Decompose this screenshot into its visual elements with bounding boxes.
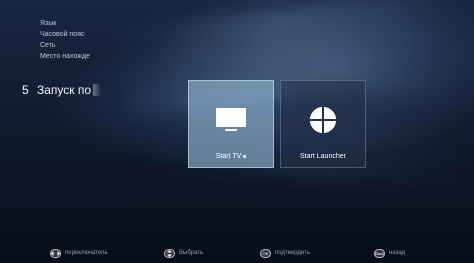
left-right-arrows-icon: [50, 248, 61, 258]
setup-step-location: Место нахожде: [40, 53, 90, 60]
hint-select-label: Выбрать: [179, 250, 204, 256]
hint-confirm-label: подтвердить: [275, 250, 311, 256]
title-fade: [93, 84, 102, 96]
current-step-heading: 5 Запуск по: [22, 82, 102, 98]
up-down-arrows-icon: [164, 248, 175, 258]
setup-step-list: Язык Часовой пояс Сеть Место нахожде: [40, 18, 90, 62]
start-tv-text: Start TV: [215, 153, 242, 160]
ok-button-icon: OK: [260, 248, 271, 258]
setup-step-timezone: Часовой пояс: [40, 31, 85, 38]
hint-back-label: назад: [389, 250, 406, 256]
start-tv-option[interactable]: Start TV: [188, 80, 274, 168]
launcher-grid-icon: [306, 105, 340, 135]
setup-step-language: Язык: [40, 20, 57, 27]
hint-back: Back назад: [374, 246, 405, 260]
remote-hints-bar: переключатель Выбрать OK подтвердить Bac…: [0, 246, 474, 260]
hint-switch: переключатель: [50, 246, 108, 260]
setup-screen: Язык Часовой пояс Сеть Место нахожде 5 З…: [0, 0, 474, 263]
step-title: Запуск по: [37, 83, 92, 97]
step-number: 5: [22, 83, 29, 97]
hint-switch-label: переключатель: [65, 250, 108, 256]
back-button-icon: Back: [374, 248, 385, 258]
start-launcher-label: Start Launcher: [300, 153, 346, 160]
tv-icon: [214, 105, 248, 135]
hint-confirm: OK подтвердить: [260, 246, 310, 260]
start-tv-label: Start TV: [189, 153, 273, 160]
start-launcher-option[interactable]: Start Launcher: [280, 80, 366, 168]
selected-indicator-icon: [243, 154, 247, 158]
hint-select: Выбрать: [164, 246, 203, 260]
setup-step-network: Сеть: [40, 42, 56, 49]
